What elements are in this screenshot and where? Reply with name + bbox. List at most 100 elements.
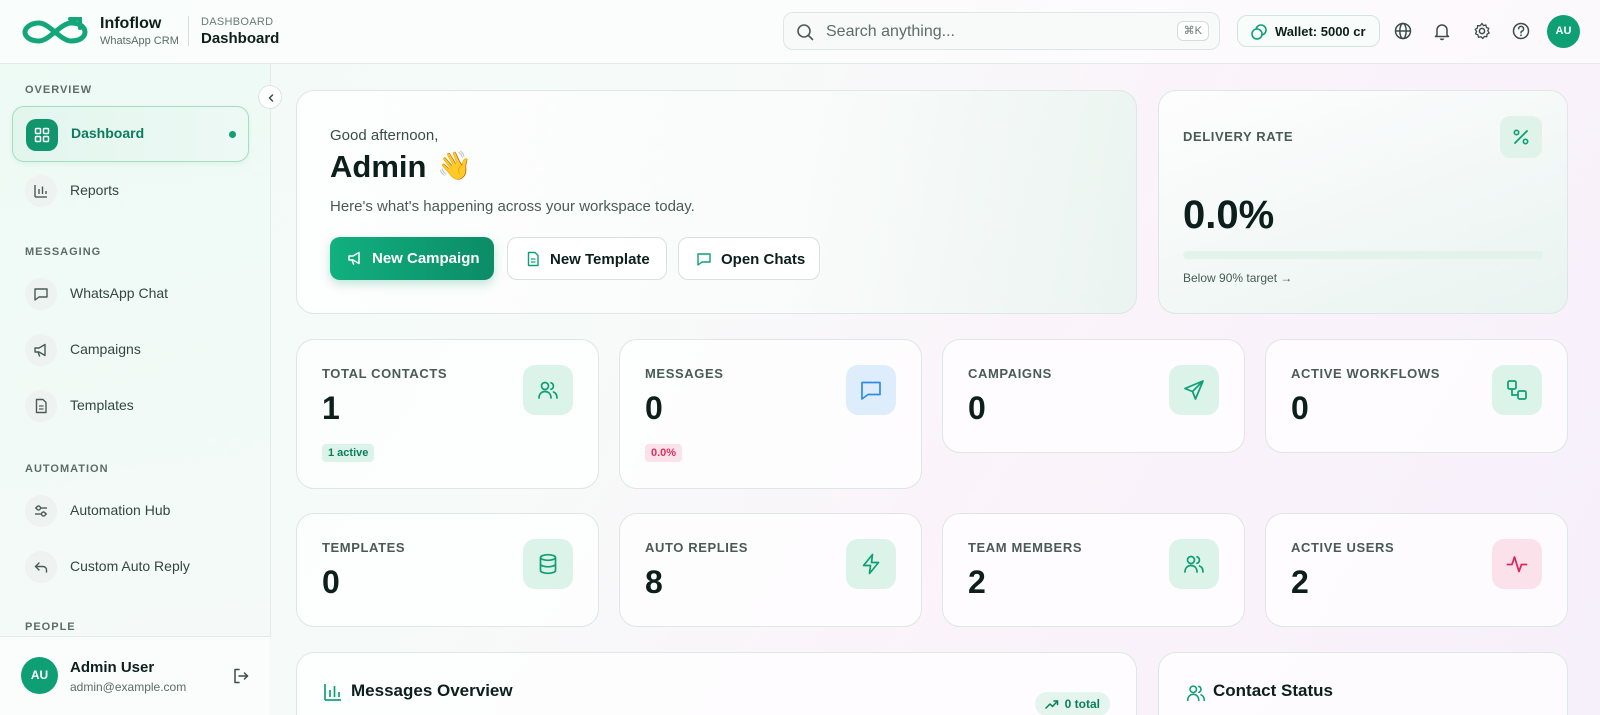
wallet-button[interactable]: Wallet: 5000 cr: [1237, 15, 1380, 47]
sidebar-section-people: PEOPLE: [25, 621, 76, 633]
stat-value: 0: [322, 564, 340, 600]
percent-icon: [1500, 116, 1542, 158]
stat-label: ACTIVE WORKFLOWS: [1291, 366, 1440, 381]
document-icon: [25, 390, 57, 422]
stat-label: TEMPLATES: [322, 540, 406, 555]
users-icon: [1186, 685, 1206, 702]
total-badge-label: 0 total: [1064, 697, 1100, 711]
wallet-balance: Wallet: 5000 cr: [1275, 24, 1366, 39]
active-indicator: [229, 131, 236, 138]
status-badge: 1 active: [322, 444, 375, 462]
sidebar-item-label: Reports: [70, 182, 120, 198]
sidebar-item-dashboard[interactable]: Dashboard: [12, 106, 249, 162]
brand-name: Infoflow: [100, 15, 162, 32]
search-bar[interactable]: ⌘K: [783, 12, 1220, 50]
sidebar-item-label: Dashboard: [71, 125, 145, 141]
header-divider: [188, 16, 189, 46]
stat-label: TOTAL CONTACTS: [322, 366, 448, 381]
stat-value: 1: [322, 390, 340, 426]
stat-value: 8: [645, 564, 663, 600]
greeting-text: Good afternoon,: [330, 127, 439, 144]
users-icon: [523, 365, 573, 415]
search-icon: [797, 24, 814, 41]
greeting-subtitle: Here's what's happening across your work…: [330, 198, 695, 215]
infinity-logo-icon[interactable]: [22, 16, 88, 48]
delivery-rate-card: DELIVERY RATE 0.0% Below 90% target →: [1158, 90, 1568, 314]
trending-up-icon: [1044, 700, 1058, 709]
chat-icon: [25, 278, 57, 310]
contact-status-card: Contact Status: [1158, 652, 1568, 715]
top-bar: Infoflow WhatsApp CRM DASHBOARD Dashboar…: [0, 0, 1600, 64]
stat-label: CAMPAIGNS: [968, 366, 1052, 381]
stat-value: 0: [968, 390, 986, 426]
delivery-progress-bar: [1183, 251, 1543, 259]
greeting-name: Admin: [330, 149, 427, 184]
breadcrumb-section: DASHBOARD: [201, 16, 274, 28]
total-badge: 0 total: [1034, 692, 1110, 715]
sidebar-item-automation-hub[interactable]: Automation Hub: [12, 483, 249, 539]
sidebar-section-messaging: MESSAGING: [25, 246, 102, 258]
sidebar-user-profile: AU Admin User admin@example.com: [0, 636, 271, 715]
messages-overview-card: Messages Overview 0 total: [296, 652, 1137, 715]
open-chats-button[interactable]: Open Chats: [678, 237, 820, 280]
search-input[interactable]: [826, 21, 1156, 43]
new-campaign-button[interactable]: New Campaign: [330, 237, 494, 280]
stat-card-active-workflows: ACTIVE WORKFLOWS 0: [1265, 339, 1568, 453]
sidebar-item-campaigns[interactable]: Campaigns: [12, 322, 249, 378]
sliders-icon: [25, 495, 57, 527]
stat-card-team-members: TEAM MEMBERS 2: [942, 513, 1245, 627]
section-title: Messages Overview: [351, 681, 513, 700]
delivery-rate-value: 0.0%: [1183, 193, 1275, 237]
button-label: Open Chats: [721, 251, 806, 268]
button-label: New Template: [550, 251, 650, 268]
globe-icon[interactable]: [1393, 21, 1413, 41]
stat-card-messages: MESSAGES 0 0.0%: [619, 339, 922, 489]
sidebar-item-reports[interactable]: Reports: [12, 163, 249, 219]
activity-icon: [1492, 539, 1542, 589]
sidebar-item-label: Automation Hub: [70, 502, 171, 518]
stat-card-campaigns: CAMPAIGNS 0: [942, 339, 1245, 453]
user-avatar[interactable]: AU: [1547, 15, 1580, 48]
logout-icon[interactable]: [232, 667, 250, 685]
status-badge: 0.0%: [645, 444, 683, 462]
chevron-left-icon: [268, 94, 274, 102]
user-email: admin@example.com: [70, 680, 187, 694]
user-name: Admin User: [70, 659, 155, 676]
avatar[interactable]: AU: [21, 657, 58, 694]
sidebar-item-label: Campaigns: [70, 341, 141, 357]
bar-chart-icon: [25, 175, 57, 207]
help-icon[interactable]: [1511, 21, 1531, 41]
gear-icon[interactable]: [1472, 21, 1492, 41]
document-icon: [527, 251, 539, 267]
sidebar-item-label: WhatsApp Chat: [70, 285, 169, 301]
sidebar-item-custom-auto-reply[interactable]: Custom Auto Reply: [12, 539, 249, 595]
brand-subtitle: WhatsApp CRM: [100, 35, 179, 47]
sidebar-item-whatsapp-chat[interactable]: WhatsApp Chat: [12, 266, 249, 322]
sidebar-item-label: Custom Auto Reply: [70, 558, 190, 574]
sidebar-item-label: Templates: [70, 397, 134, 413]
sidebar-section-automation: AUTOMATION: [25, 463, 109, 475]
sidebar-item-templates[interactable]: Templates: [12, 378, 249, 434]
stat-card-auto-replies: AUTO REPLIES 8: [619, 513, 922, 627]
stat-value: 2: [968, 564, 986, 600]
button-label: New Campaign: [372, 250, 480, 267]
reply-icon: [25, 551, 57, 583]
stat-value: 0: [645, 390, 663, 426]
send-icon: [1169, 365, 1219, 415]
welcome-card: Good afternoon, Admin 👋 Here's what's ha…: [296, 90, 1137, 314]
bell-icon[interactable]: [1432, 21, 1452, 41]
stat-label: MESSAGES: [645, 366, 724, 381]
new-template-button[interactable]: New Template: [507, 237, 667, 280]
wave-emoji: 👋: [437, 150, 472, 181]
stat-label: TEAM MEMBERS: [968, 540, 1083, 555]
stat-label: ACTIVE USERS: [1291, 540, 1395, 555]
sidebar-collapse-button[interactable]: [258, 85, 282, 109]
chat-icon: [697, 253, 711, 266]
delivery-rate-label: DELIVERY RATE: [1183, 129, 1294, 144]
users-icon: [1169, 539, 1219, 589]
search-shortcut-badge: ⌘K: [1176, 21, 1209, 41]
workflow-icon: [1492, 365, 1542, 415]
bar-chart-icon: [324, 684, 341, 701]
bolt-icon: [846, 539, 896, 589]
coins-icon: [1251, 24, 1267, 40]
